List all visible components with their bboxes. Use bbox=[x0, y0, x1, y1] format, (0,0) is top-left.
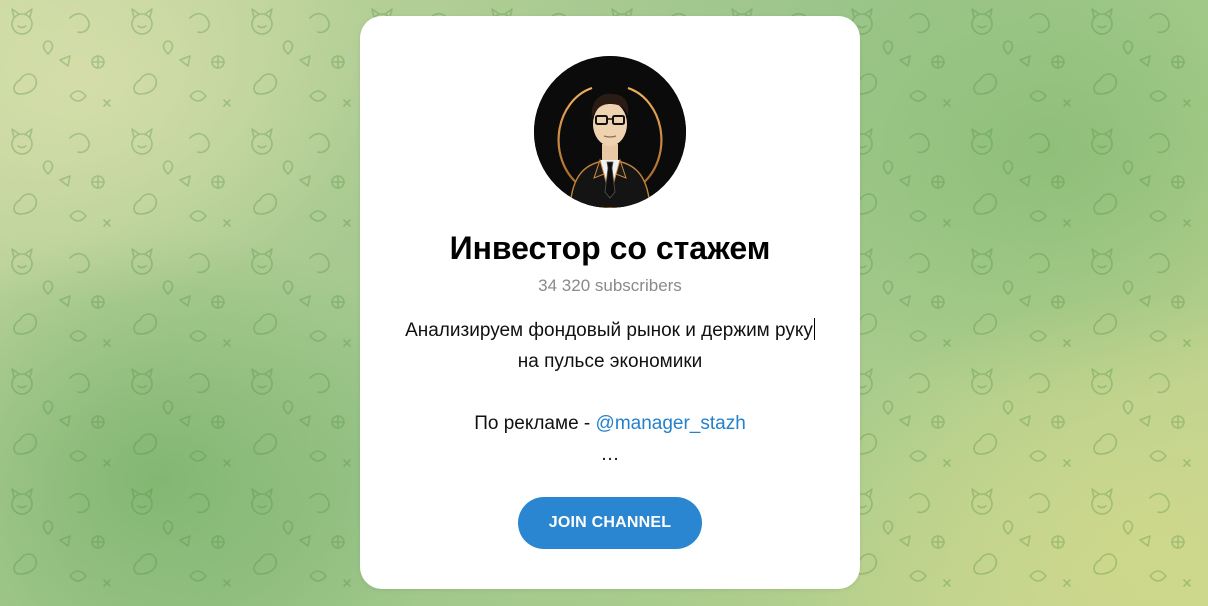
description-line-1: Анализируем фондовый рынок и держим руку bbox=[360, 315, 860, 346]
description-ad-line: По рекламе - @manager_stazh bbox=[360, 408, 860, 439]
text-caret bbox=[813, 318, 815, 340]
description-blank-line bbox=[360, 377, 860, 408]
ad-contact-link[interactable]: @manager_stazh bbox=[596, 413, 746, 434]
ad-prefix-text: По рекламе - bbox=[474, 413, 596, 434]
channel-card: Инвестор со стажем 34 320 subscribers Ан… bbox=[360, 16, 860, 589]
channel-description: Анализируем фондовый рынок и держим руку… bbox=[360, 315, 860, 470]
description-ellipsis: … bbox=[600, 444, 620, 465]
subscriber-count: 34 320 subscribers bbox=[538, 276, 682, 295]
description-line-1-text: Анализируем фондовый рынок и держим руку bbox=[405, 320, 813, 341]
channel-title: Инвестор со стажем bbox=[449, 230, 771, 266]
businessman-avatar-icon bbox=[534, 56, 686, 208]
description-line-2: на пульсе экономики bbox=[517, 351, 703, 372]
join-channel-button[interactable]: JOIN CHANNEL bbox=[518, 497, 702, 549]
